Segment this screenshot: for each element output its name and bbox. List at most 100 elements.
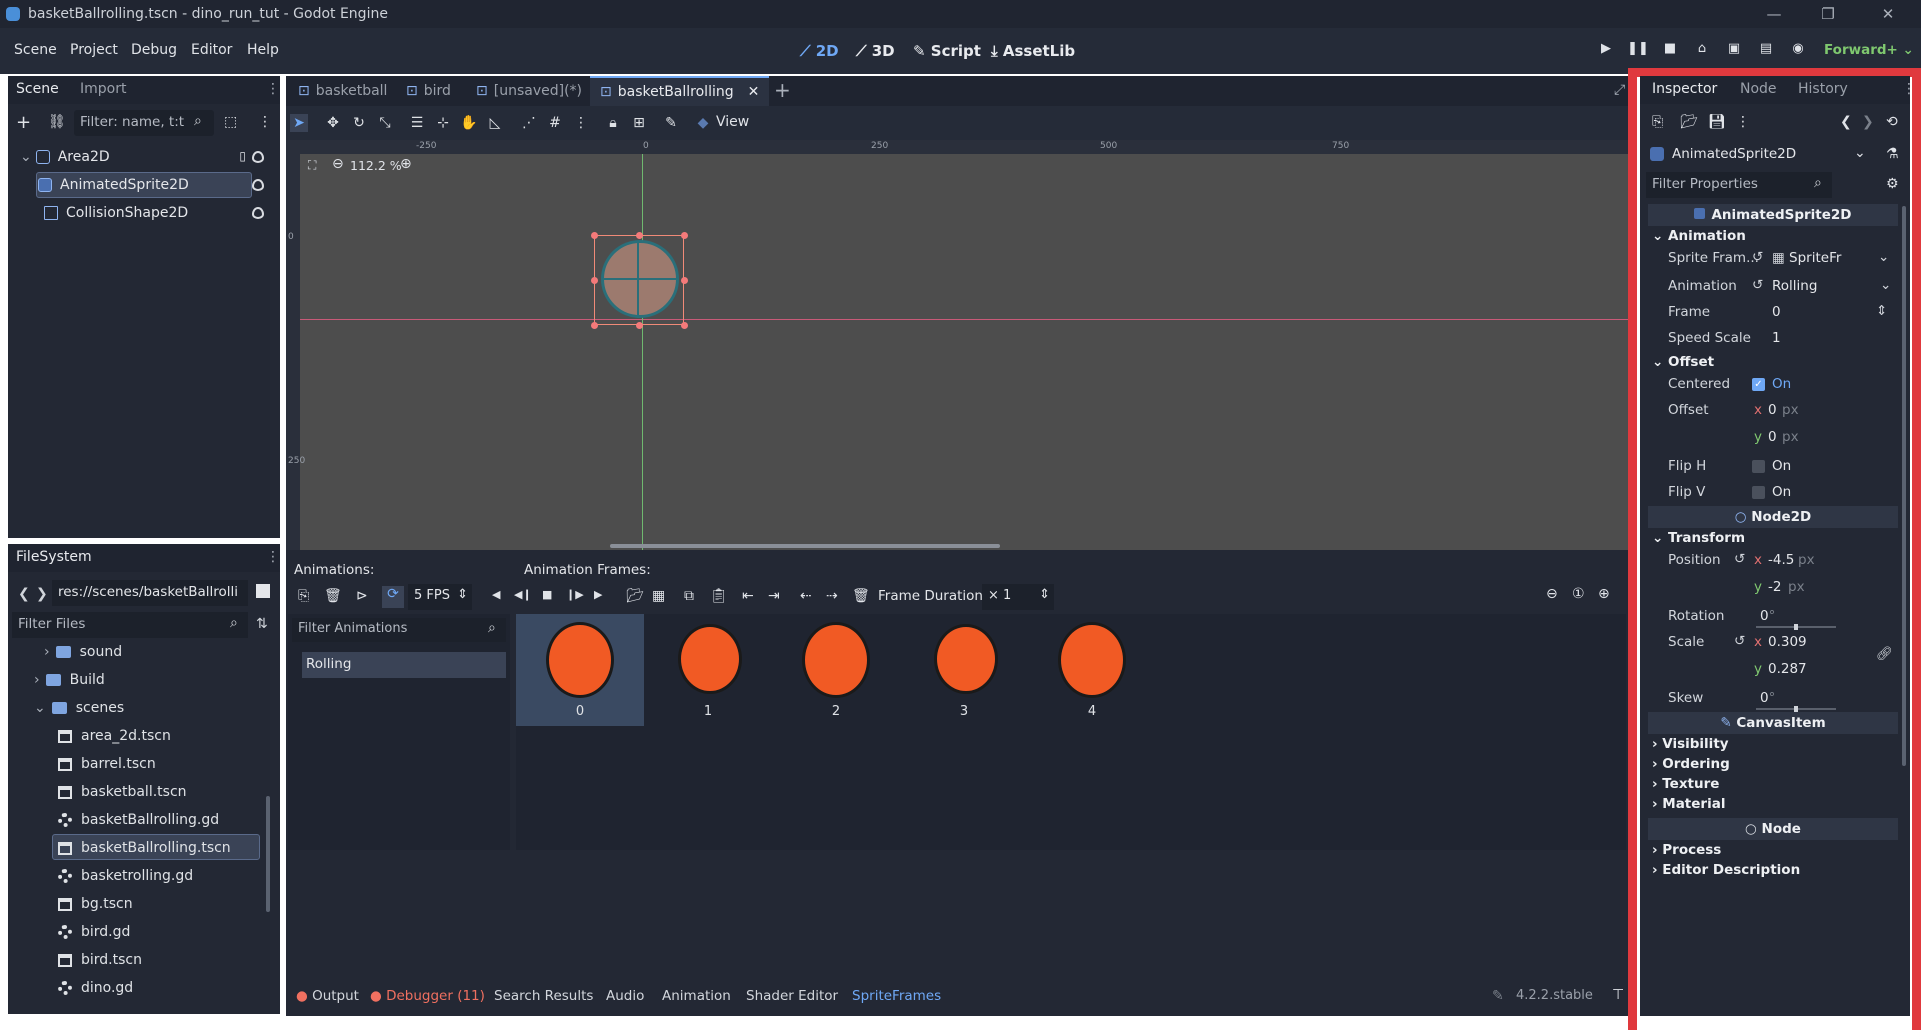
tab-inspector[interactable]: Inspector — [1652, 81, 1717, 97]
tab-history[interactable]: History — [1798, 81, 1848, 97]
checkbox-checked[interactable]: ✓ — [1752, 378, 1765, 391]
play-custom-icon[interactable]: ▤ — [1755, 41, 1777, 61]
tree-node-area2d[interactable]: ⌄ Area2D ▯ — [8, 144, 280, 170]
file-basketrolling-gd[interactable]: basketrolling.gd — [8, 862, 193, 890]
new-animation-icon[interactable]: ⎘ — [298, 588, 309, 604]
smart-snap-icon[interactable]: ⋰ — [520, 114, 538, 132]
frame-4[interactable]: 4 — [1028, 614, 1156, 726]
selectable-list-icon[interactable]: ☰ — [408, 114, 426, 132]
link-icon[interactable]: 🔗︎ — [1876, 646, 1893, 662]
prop-speed-scale[interactable]: Speed Scale 1 — [1648, 326, 1898, 352]
folder-sound[interactable]: › sound — [8, 644, 122, 666]
expand-bottom-panel-icon[interactable]: ⊤ — [1612, 987, 1624, 1003]
tab-shader-editor[interactable]: Shader Editor — [746, 988, 838, 1004]
chevron-down-icon[interactable]: ⌄ — [1878, 249, 1889, 265]
tab-filesystem[interactable]: FileSystem — [16, 549, 92, 565]
zoom-reset-icon[interactable]: ① — [1572, 586, 1585, 602]
delete-animation-icon[interactable]: 🗑︎ — [324, 588, 342, 604]
tab-basketball[interactable]: ⊡ basketball — [298, 76, 387, 106]
revert-icon[interactable]: ↺ — [1734, 633, 1745, 649]
move-right-icon[interactable]: ⇢ — [826, 588, 838, 604]
bone-icon[interactable]: ✎ — [662, 114, 680, 132]
pivot-tool-icon[interactable]: ⊹ — [434, 114, 452, 132]
handle-br[interactable] — [681, 322, 688, 329]
prop-flip-v[interactable]: Flip V On — [1648, 480, 1898, 506]
canvas-viewport[interactable]: -250 0 250 500 750 0 250 ⛶ ⊖ 112.2 % ⊕ — [286, 140, 1634, 550]
filter-properties-input[interactable]: Filter Properties ⌕ — [1646, 172, 1832, 198]
insert-before-icon[interactable]: ⇤ — [742, 588, 754, 604]
category-offset[interactable]: ⌄ Offset — [1648, 354, 1898, 370]
handle-tl[interactable] — [591, 232, 598, 239]
category-ordering[interactable]: › Ordering — [1648, 756, 1898, 772]
revert-icon[interactable]: ↺ — [1752, 277, 1763, 293]
menu-debug[interactable]: Debug — [131, 42, 177, 58]
tab-scene[interactable]: Scene — [16, 81, 59, 97]
back-icon[interactable]: ❮ — [18, 586, 30, 602]
fps-stepper[interactable]: 5 FPS ⇕ — [408, 584, 472, 610]
remote-debug-icon[interactable]: ⌂ — [1691, 41, 1713, 61]
inspector-scrollbar[interactable] — [1902, 206, 1906, 766]
revert-icon[interactable]: ↺ — [1734, 551, 1745, 567]
object-history-icon[interactable]: ⟲ — [1886, 114, 1898, 130]
link-icon[interactable]: ⛓ — [48, 114, 66, 130]
checkbox-unchecked[interactable] — [1752, 486, 1765, 499]
dock-menu-icon[interactable]: ⋮ — [1902, 81, 1916, 97]
distraction-free-icon[interactable]: ⤢ — [1614, 82, 1625, 98]
visibility-eye-icon[interactable] — [252, 179, 264, 191]
play-scene-icon[interactable]: ▣ — [1723, 41, 1745, 61]
lock-icon[interactable]: 🔒︎ — [604, 114, 622, 132]
workspace-3d[interactable]: ⟋ 3D — [856, 42, 895, 60]
dock-menu-icon[interactable]: ⋮ — [266, 81, 280, 97]
frame-3[interactable]: 3 — [900, 614, 1028, 726]
history-back-icon[interactable]: ❮ — [1840, 114, 1852, 130]
category-visibility[interactable]: › Visibility — [1648, 736, 1898, 752]
handle-bl[interactable] — [591, 322, 598, 329]
handle-tm[interactable] — [636, 232, 643, 239]
toggle-split-icon[interactable] — [256, 584, 270, 598]
prop-rotation[interactable]: Rotation 0° — [1648, 604, 1898, 630]
tab-search-results[interactable]: Search Results — [494, 988, 593, 1004]
group-icon[interactable]: ⊞ — [630, 114, 648, 132]
scene-menu-icon[interactable]: ⋮ — [258, 114, 272, 130]
rotation-slider[interactable] — [1756, 624, 1836, 630]
category-animation[interactable]: ⌄ Animation — [1648, 228, 1898, 244]
object-selector[interactable]: AnimatedSprite2D ⌄ — [1646, 142, 1872, 168]
new-resource-icon[interactable]: ⎘ — [1652, 114, 1663, 130]
stepper-icon[interactable]: ⇕ — [1876, 303, 1887, 319]
file-bird-gd[interactable]: bird.gd — [8, 918, 130, 946]
menu-project[interactable]: Project — [70, 42, 118, 58]
workspace-script[interactable]: ✎ Script — [913, 42, 981, 60]
add-tab-icon[interactable]: + — [774, 78, 791, 102]
prop-position[interactable]: Position ↺ x -4.5 px y -2 px — [1648, 548, 1898, 602]
add-node-icon[interactable]: + — [16, 112, 31, 133]
play-from-start-icon[interactable]: ▶ — [594, 588, 602, 601]
delete-frame-icon[interactable]: 🗑︎ — [852, 588, 870, 604]
restore-icon[interactable]: ❐ — [1808, 0, 1848, 28]
file-basketballrolling-gd[interactable]: basketBallrolling.gd — [8, 806, 219, 834]
frame-0[interactable]: 0 — [516, 614, 644, 726]
center-view-icon[interactable]: ⛶ — [308, 158, 316, 173]
category-transform[interactable]: ⌄ Transform — [1648, 530, 1898, 546]
category-editor-description[interactable]: › Editor Description — [1648, 862, 1898, 878]
tab-bird[interactable]: ⊡ bird — [406, 76, 451, 106]
scale-tool-icon[interactable]: ⤡ — [376, 114, 394, 132]
filter-files-input[interactable]: Filter Files ⌕ — [12, 612, 248, 638]
save-resource-icon[interactable]: 💾︎ — [1708, 114, 1726, 130]
frame-duration-input[interactable]: × 1 ⇕ — [982, 584, 1054, 610]
category-process[interactable]: › Process — [1648, 842, 1898, 858]
history-forward-icon[interactable]: ❯ — [1862, 114, 1874, 130]
handle-bm[interactable] — [636, 322, 643, 329]
frame-2[interactable]: 2 — [772, 614, 900, 726]
snap-options-icon[interactable]: ⋮ — [572, 114, 590, 132]
tab-output[interactable]: ● Output — [296, 988, 359, 1004]
file-barrel[interactable]: barrel.tscn — [8, 750, 156, 778]
zoom-in-icon[interactable]: ⊕ — [1598, 586, 1610, 602]
sort-icon[interactable]: ⇅ — [256, 616, 268, 632]
open-docs-icon[interactable]: ⚗ — [1886, 146, 1899, 162]
ruler-tool-icon[interactable]: ◺ — [486, 114, 504, 132]
menu-editor[interactable]: Editor — [191, 42, 232, 58]
handle-tr[interactable] — [681, 232, 688, 239]
horizontal-scrollbar[interactable] — [610, 544, 1000, 548]
visibility-eye-icon[interactable] — [252, 207, 264, 219]
menu-help[interactable]: Help — [247, 42, 279, 58]
